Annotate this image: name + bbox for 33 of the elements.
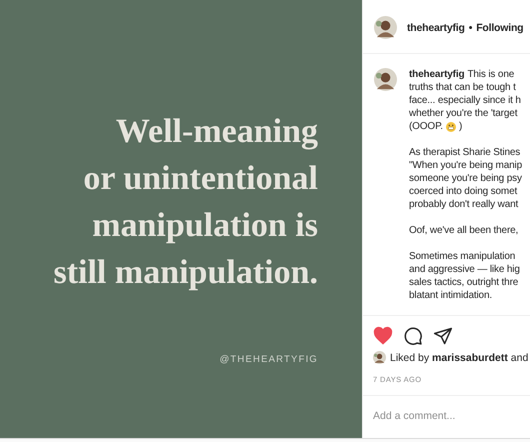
caption-text: whether you're the 'target	[409, 107, 518, 120]
caption-text: face... especially since it h	[409, 94, 521, 107]
caption-text: "When you're being manip	[409, 159, 522, 172]
separator-dot: •	[468, 22, 472, 34]
caption-text: probably don't really want	[409, 198, 518, 211]
avatar[interactable]	[373, 351, 386, 364]
caption-text: As therapist Sharie Stines	[409, 146, 520, 159]
handle-text: @THEHEARTYFIG	[220, 354, 318, 365]
caption-text: coerced into doing somet	[409, 185, 518, 198]
comment-icon[interactable]	[403, 326, 423, 346]
caption-text: )	[458, 120, 462, 133]
quote-text: manipulation is	[92, 206, 318, 246]
quote-text: or unintentional	[83, 159, 318, 199]
likes-text: Liked by marissaburdett and	[390, 352, 528, 364]
username-link[interactable]: theheartyfig	[407, 22, 465, 34]
caption-text: This is one	[467, 68, 514, 81]
share-icon[interactable]	[433, 326, 453, 346]
caption-text: (OOOP.	[409, 120, 443, 133]
following-button[interactable]: Following	[476, 22, 524, 34]
quote-text: Well-meaning	[116, 112, 318, 152]
avatar[interactable]	[374, 16, 397, 39]
quote-text: still manipulation.	[53, 253, 318, 293]
avatar[interactable]	[374, 68, 397, 91]
username-link[interactable]: theheartyfig	[409, 68, 464, 81]
caption-text: Oof, we've all been there,	[409, 224, 518, 237]
caption-text: sales tactics, outright thre	[409, 276, 518, 289]
caption-text: someone you're being psy	[409, 172, 522, 185]
caption-text: truths that can be tough t	[409, 81, 516, 94]
caption-text: and aggressive — like hig	[409, 263, 520, 276]
caption-text: blatant intimidation.	[409, 289, 492, 302]
caption-text: Sometimes manipulation	[409, 250, 516, 263]
heart-filled-icon[interactable]	[373, 326, 393, 346]
comment-field[interactable]: Add a comment...	[373, 410, 523, 422]
